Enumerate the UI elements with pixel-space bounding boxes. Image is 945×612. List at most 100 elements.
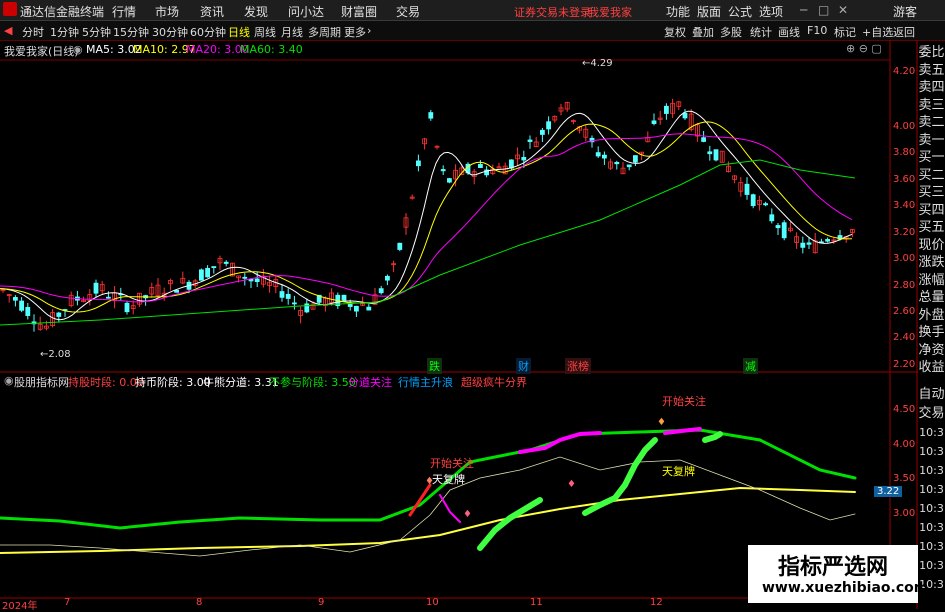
date-axis-label: 9 (318, 597, 325, 608)
indicator-axis-label: 4.00 (893, 439, 916, 450)
quote-tick-label: 10:3 (919, 540, 944, 553)
indicator-thin-line (0, 456, 856, 557)
indicator-watch-segment (439, 494, 461, 523)
indicator-settings-icon[interactable]: ◉ (4, 374, 14, 387)
tool-add-watch[interactable]: +自选 (862, 24, 893, 40)
period-tab[interactable]: 多周期 (308, 24, 341, 40)
indicator-crazy-bull: 超级疯牛分界 (461, 376, 527, 389)
indicator-watch-segment (518, 431, 602, 454)
candle-body (384, 275, 390, 281)
price-axis-label: 2.40 (893, 332, 916, 343)
candle-body (415, 160, 421, 167)
menu-options[interactable]: 选项 (759, 3, 783, 20)
kline-chart[interactable] (0, 40, 945, 609)
candle-body (626, 164, 632, 168)
tool-draw[interactable]: 画线 (778, 24, 800, 40)
indicator-watch: 分道关注 (348, 376, 392, 389)
candle-body (366, 306, 372, 311)
period-tab-active[interactable]: 日线 (228, 24, 250, 40)
candle-body (378, 288, 384, 294)
period-tab[interactable]: 分时 (22, 24, 44, 40)
tool-back[interactable]: 返回 (893, 24, 915, 40)
tool-restore-rights[interactable]: 复权 (664, 24, 686, 40)
candle-body (527, 139, 533, 142)
back-icon[interactable]: ◀ (4, 24, 12, 37)
tool-mark[interactable]: 标记 (834, 24, 856, 40)
minimize-icon[interactable]: ─ (800, 3, 807, 17)
menu-formula[interactable]: 公式 (728, 3, 752, 20)
quote-field-label: 换手 (918, 325, 945, 340)
tool-f10[interactable]: F10 (807, 24, 827, 37)
menu-news[interactable]: 资讯 (200, 3, 224, 20)
indicator-current-value: 3.22 (874, 486, 903, 497)
period-tab[interactable]: 15分钟 (113, 24, 149, 40)
close-icon[interactable]: ✕ (838, 3, 848, 17)
menu-function[interactable]: 功能 (666, 3, 690, 20)
quote-field-label: 买二 (918, 167, 945, 183)
indicator-hold-period: 持股时段: 0.00 (68, 376, 144, 389)
period-tab[interactable]: 月线 (281, 24, 303, 40)
diamond-icon: ♦ (425, 476, 434, 487)
tool-stats[interactable]: 统计 (750, 24, 772, 40)
event-tag-finance[interactable]: 财 (516, 358, 531, 374)
candle-body (428, 112, 434, 119)
menu-trade[interactable]: 交易 (396, 3, 420, 20)
app-title: 通达信金融终端 (20, 5, 105, 19)
tool-multi-stock[interactable]: 多股 (720, 24, 742, 40)
candle-body (19, 300, 25, 311)
maximize-icon[interactable]: □ (818, 3, 829, 17)
menu-wealth[interactable]: 财富圈 (341, 3, 377, 20)
quote-tick-label[interactable]: 交易 (918, 404, 945, 424)
candle-body (223, 261, 229, 264)
quote-field-label: 总量 (918, 290, 945, 305)
guest-label[interactable]: 游客 (893, 3, 917, 20)
chevron-right-icon[interactable]: › (367, 24, 371, 37)
event-tag-gainers[interactable]: 涨榜 (565, 358, 591, 374)
candle-body (595, 152, 601, 157)
quote-field-label: 外盘 (918, 307, 945, 323)
period-tab[interactable]: 1分钟 (50, 24, 79, 40)
menu-layout[interactable]: 版面 (697, 3, 721, 20)
trade-status[interactable]: 证券交易未登录 (514, 4, 591, 20)
quote-tick-label: 10:3 (919, 502, 944, 515)
event-tag-reduce[interactable]: 减 (743, 358, 758, 374)
menu-market[interactable]: 市场 (155, 3, 179, 20)
watermark: 指标严选网 www.xuezhibiao.com (748, 545, 928, 603)
price-axis-label: 4.20 (893, 66, 916, 77)
candle-body (254, 278, 260, 282)
quote-field-label: 卖五 (918, 62, 945, 78)
indicator-no-participate: 不参与阶段: 3.50 (269, 376, 356, 389)
candle-body (242, 276, 248, 279)
event-tag-down[interactable]: 跌 (427, 358, 442, 374)
quote-field-label: 现价 (918, 237, 945, 253)
candle-body (707, 151, 713, 155)
quote-tick-label: 10:3 (919, 426, 944, 439)
candle-body (521, 156, 527, 161)
menu-quotes[interactable]: 行情 (112, 3, 136, 20)
indicator-axis-label: 3.00 (893, 508, 916, 519)
candle-body (800, 242, 806, 248)
tool-overlay[interactable]: 叠加 (692, 24, 714, 40)
quote-tick-label[interactable]: 自动 (918, 385, 945, 405)
candle-body (446, 178, 452, 183)
menu-discover[interactable]: 发现 (244, 3, 268, 20)
period-tab[interactable]: 5分钟 (82, 24, 111, 40)
date-axis-label: 10 (426, 597, 439, 608)
period-tab[interactable]: 周线 (254, 24, 276, 40)
candle-body (25, 307, 31, 316)
moving-average-lines (0, 110, 856, 326)
candle-body (285, 293, 291, 299)
quote-tick-label: 10:3 (919, 483, 944, 496)
candle-body (744, 183, 750, 195)
period-tab[interactable]: 更多 (344, 24, 366, 40)
candle-body (540, 129, 545, 135)
candle-body (651, 120, 657, 124)
candle-body (825, 239, 830, 242)
quote-field-label: 买三 (918, 185, 945, 200)
period-tab[interactable]: 30分钟 (152, 24, 188, 40)
period-tab[interactable]: 60分钟 (190, 24, 226, 40)
quote-field-label: 涨幅 (918, 272, 945, 288)
menu-ask[interactable]: 问小达 (288, 3, 324, 20)
quote-field-label: 收益 (918, 360, 945, 375)
watermark-url: www.xuezhibiao.com (762, 580, 929, 596)
